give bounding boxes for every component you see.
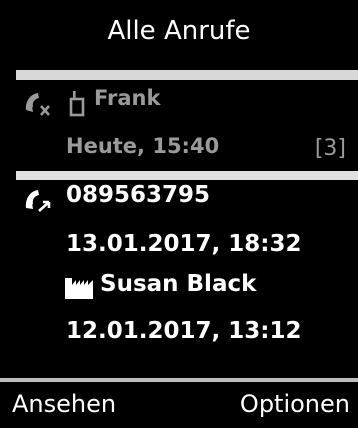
missed-call-icon: [25, 93, 50, 116]
call-list-item-2[interactable]: 089563795 13.01.2017, 18:32: [0, 180, 358, 266]
softkey-bar: Ansehen Optionen: [0, 378, 358, 428]
options-softkey[interactable]: Optionen: [240, 390, 350, 418]
header-divider: [16, 70, 358, 80]
call-time: 13.01.2017, 18:32: [66, 231, 302, 257]
call-count-badge: [3]: [314, 136, 346, 161]
list-divider: [16, 171, 358, 180]
call-time: 12.01.2017, 13:12: [66, 318, 302, 344]
call-list-item-3[interactable]: Susan Black 12.01.2017, 13:12: [0, 266, 358, 366]
view-softkey[interactable]: Ansehen: [12, 390, 116, 418]
caller-number: 089563795: [66, 182, 211, 208]
caller-name: Susan Black: [100, 271, 257, 297]
call-list-item-1[interactable]: Frank Heute, 15:40 [3]: [0, 84, 358, 170]
caller-name: Frank: [94, 86, 161, 110]
outgoing-call-icon: [25, 190, 51, 212]
handset-icon: [69, 91, 85, 117]
call-time: Heute, 15:40: [66, 134, 220, 158]
screen-title: Alle Anrufe: [107, 16, 251, 46]
office-building-icon: [65, 278, 93, 299]
phone-screen: Alle Anrufe Frank Heute, 15:40 [3] 08956…: [0, 0, 358, 428]
